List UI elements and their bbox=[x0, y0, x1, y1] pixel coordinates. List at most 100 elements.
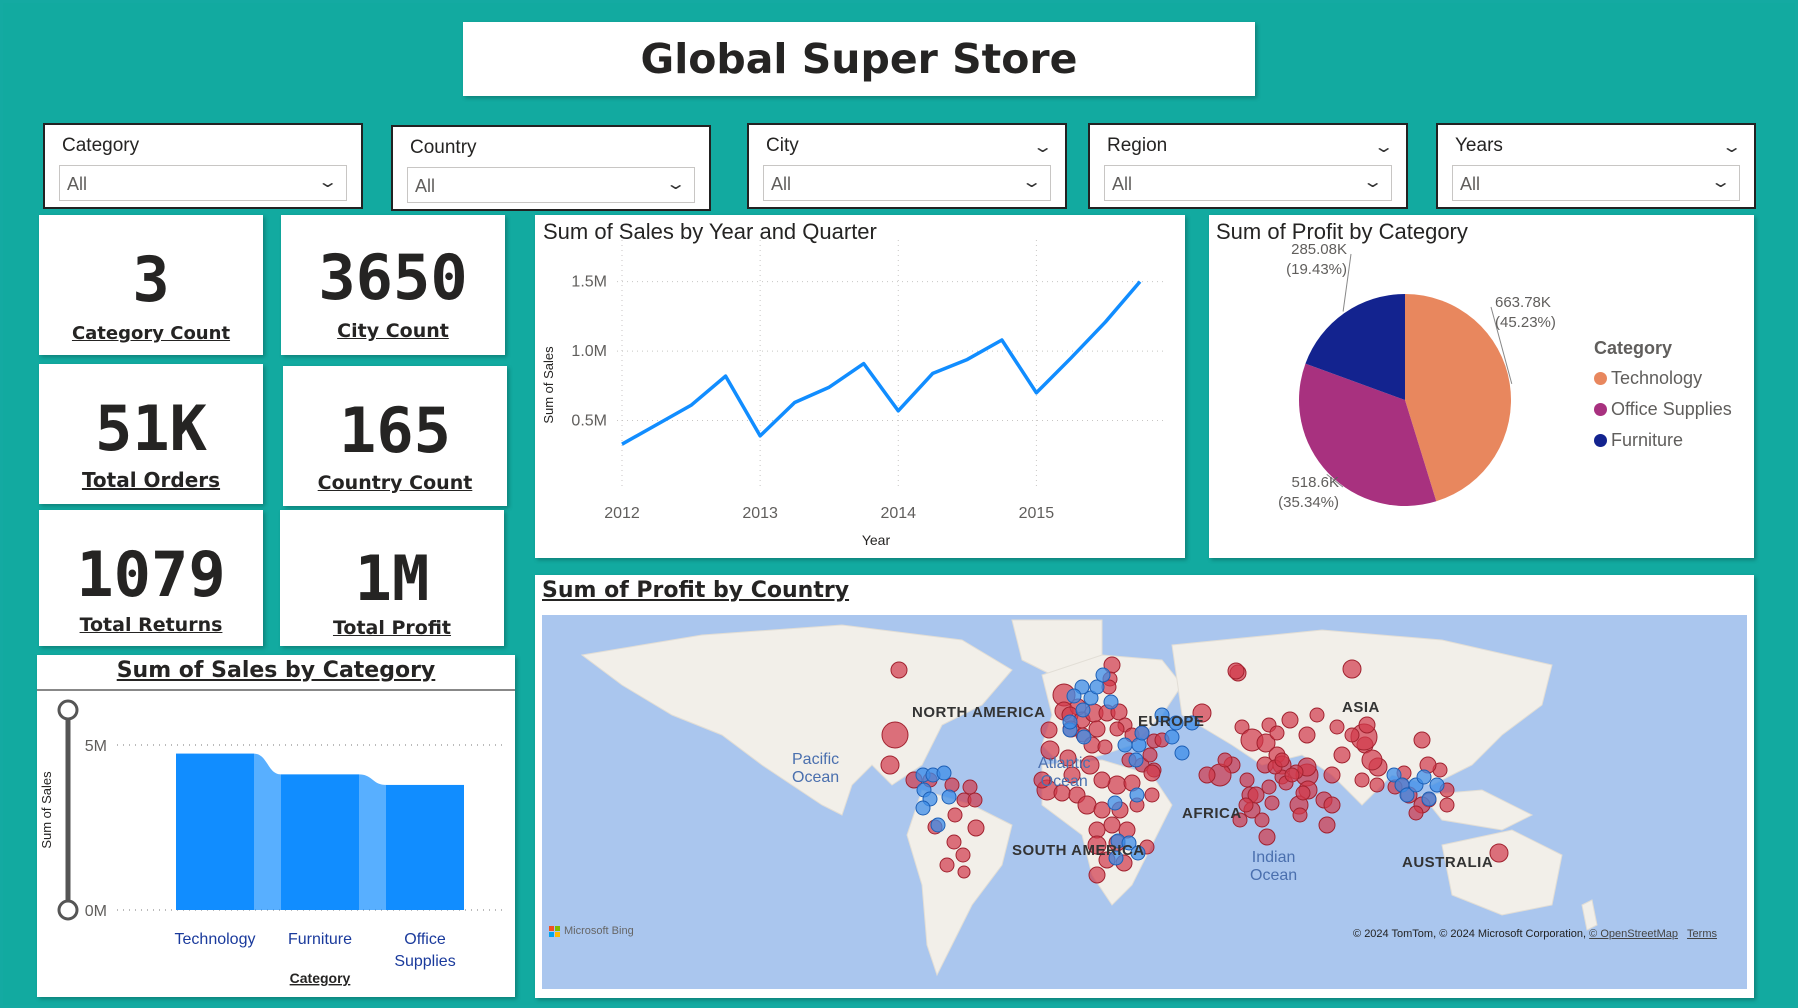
continent-label-south-america: SOUTH AMERICA bbox=[1012, 842, 1145, 859]
profit-bubble-red bbox=[967, 792, 983, 808]
ocean-label-atlantic: Atlantic Ocean bbox=[1038, 755, 1091, 790]
collapse-chevron-icon[interactable]: ⌄ bbox=[1373, 137, 1394, 157]
slicer-region-dropdown[interactable]: All ⌄ bbox=[1104, 165, 1392, 201]
bar-chart-svg: 0M 5M Sum of Sales Technology Furniture Offic… bbox=[39, 699, 502, 986]
slicer-city[interactable]: City ⌄ All ⌄ bbox=[747, 123, 1067, 209]
range-slider-handle-top bbox=[57, 699, 79, 721]
slicer-years-value: All bbox=[1460, 174, 1481, 194]
bing-logo: Microsoft Bing bbox=[549, 925, 634, 937]
profit-bubble-red bbox=[1077, 795, 1097, 815]
kpi-category-count-label: Category Count bbox=[71, 323, 231, 344]
slicer-country-label: Country bbox=[410, 137, 477, 158]
profit-bubble-red bbox=[1369, 777, 1385, 793]
chevron-down-icon: ⌄ bbox=[1020, 174, 1043, 191]
profit-bubble-blue bbox=[930, 817, 946, 833]
pie-data-label-pct: (19.43%) bbox=[1286, 261, 1347, 278]
y-tick-label: 0.5M bbox=[571, 413, 607, 430]
bar-1 bbox=[281, 774, 359, 910]
profit-bubble-blue bbox=[1062, 714, 1078, 730]
pie-data-label-value: 518.6K bbox=[1291, 474, 1339, 491]
profit-bubble-blue bbox=[1129, 787, 1145, 803]
profit-bubble-blue bbox=[1066, 688, 1082, 704]
profit-bubble-blue bbox=[1076, 729, 1092, 745]
slicer-years[interactable]: Years ⌄ All ⌄ bbox=[1436, 123, 1756, 209]
pie-legend-item[interactable]: Technology bbox=[1594, 368, 1702, 389]
profit-bubble-red bbox=[947, 807, 963, 823]
profit-bubble-blue bbox=[915, 800, 931, 816]
kpi-total-returns-value: 1079 bbox=[76, 538, 226, 611]
pie-data-label-pct: (35.34%) bbox=[1278, 494, 1339, 511]
slicer-region[interactable]: Region ⌄ All ⌄ bbox=[1088, 123, 1408, 209]
profit-bubble-red bbox=[1103, 816, 1121, 834]
profit-bubble-red bbox=[1298, 726, 1316, 744]
profit-bubble-red bbox=[1318, 816, 1336, 834]
chevron-down-icon: ⌄ bbox=[664, 176, 687, 193]
line-chart-card[interactable]: Sum of Sales by Year and Quarter 0.5M 1.0… bbox=[535, 215, 1185, 558]
profit-bubble-red bbox=[1361, 749, 1383, 771]
legend-dot-icon bbox=[1594, 434, 1607, 447]
slicer-city-dropdown[interactable]: All ⌄ bbox=[763, 165, 1051, 201]
slicer-country-value: All bbox=[415, 176, 436, 196]
pie-legend-title: Category bbox=[1594, 338, 1673, 358]
ribbon-connector bbox=[254, 753, 281, 910]
continent-label-africa: AFRICA bbox=[1182, 805, 1242, 822]
profit-bubble-red bbox=[1088, 720, 1106, 738]
profit-bubble-red bbox=[1439, 797, 1455, 813]
pie-legend-label: Office Supplies bbox=[1611, 399, 1732, 419]
profit-bubble-red bbox=[880, 755, 900, 775]
profit-bubble-blue bbox=[1103, 694, 1119, 710]
map-area[interactable]: NORTH AMERICA EUROPE ASIA AFRICA SOUTH A… bbox=[542, 615, 1747, 989]
profit-bubble-red bbox=[1143, 764, 1161, 782]
profit-bubble-red bbox=[946, 834, 962, 850]
ocean-label-indian: Indian Ocean bbox=[1250, 849, 1298, 884]
bing-brand-text: Microsoft Bing bbox=[564, 925, 634, 937]
collapse-chevron-icon[interactable]: ⌄ bbox=[1032, 137, 1053, 157]
slicer-country-dropdown[interactable]: All ⌄ bbox=[407, 167, 695, 203]
pie-legend-item[interactable]: Furniture bbox=[1594, 430, 1683, 451]
chevron-down-icon: ⌄ bbox=[316, 174, 339, 191]
x-tick-label: Furniture bbox=[288, 931, 352, 948]
map-card[interactable]: Sum of Profit by Country NORTH AMERICA E… bbox=[535, 575, 1754, 998]
slicer-category-dropdown[interactable]: All ⌄ bbox=[59, 165, 347, 201]
profit-bubble-red bbox=[1358, 716, 1376, 734]
profit-bubble-red bbox=[1344, 727, 1360, 743]
profit-bubble-red bbox=[1274, 752, 1290, 768]
dashboard-title: Global Super Store bbox=[640, 35, 1078, 83]
profit-bubble-red bbox=[1284, 767, 1300, 783]
profit-bubble-red bbox=[1264, 795, 1280, 811]
openstreetmap-link[interactable]: © OpenStreetMap bbox=[1589, 928, 1678, 940]
terms-link[interactable]: Terms bbox=[1687, 928, 1717, 940]
dashboard-title-card: Global Super Store bbox=[463, 22, 1255, 96]
slicer-category[interactable]: Category All ⌄ bbox=[43, 123, 363, 209]
profit-bubble-red bbox=[1217, 752, 1233, 768]
profit-bubble-red bbox=[890, 661, 908, 679]
bar-chart-card[interactable]: Sum of Sales by Category 0M 5M Sum of Sale… bbox=[37, 655, 515, 997]
profit-bubble-red bbox=[1292, 807, 1308, 823]
range-slider-handle-bottom bbox=[57, 899, 79, 921]
slicer-region-label: Region bbox=[1107, 135, 1168, 156]
profit-bubble-red bbox=[1354, 772, 1370, 788]
profit-bubble-red bbox=[1258, 828, 1276, 846]
profit-bubble-red bbox=[955, 847, 971, 863]
kpi-total-returns-label: Total Returns bbox=[79, 614, 223, 636]
pie-legend-item[interactable]: Office Supplies bbox=[1594, 399, 1732, 420]
chevron-down-icon: ⌄ bbox=[1709, 174, 1732, 191]
slicer-years-dropdown[interactable]: All ⌄ bbox=[1452, 165, 1740, 201]
x-tick-label: Technology bbox=[175, 931, 256, 948]
profit-bubble-red bbox=[1227, 662, 1245, 680]
collapse-chevron-icon[interactable]: ⌄ bbox=[1721, 137, 1742, 157]
profit-bubble-red bbox=[1093, 801, 1111, 819]
kpi-category-count: 3 Category Count bbox=[39, 215, 263, 355]
continent-label-europe: EUROPE bbox=[1138, 713, 1205, 730]
profit-bubble-red bbox=[1239, 772, 1255, 788]
profit-bubble-red bbox=[881, 721, 909, 749]
continent-label-north-america: NORTH AMERICA bbox=[912, 704, 1046, 721]
slicer-city-label: City bbox=[766, 135, 799, 156]
kpi-total-orders-label: Total Orders bbox=[81, 468, 221, 492]
pie-chart-card[interactable]: Sum of Profit by Category 663.78K (45.23%… bbox=[1209, 215, 1754, 558]
y-tick-label: 0M bbox=[85, 903, 107, 920]
profit-bubble-red bbox=[1281, 711, 1299, 729]
slicer-country[interactable]: Country All ⌄ bbox=[391, 125, 711, 211]
profit-bubble-red bbox=[1144, 787, 1160, 803]
ribbon-connector bbox=[359, 774, 386, 910]
